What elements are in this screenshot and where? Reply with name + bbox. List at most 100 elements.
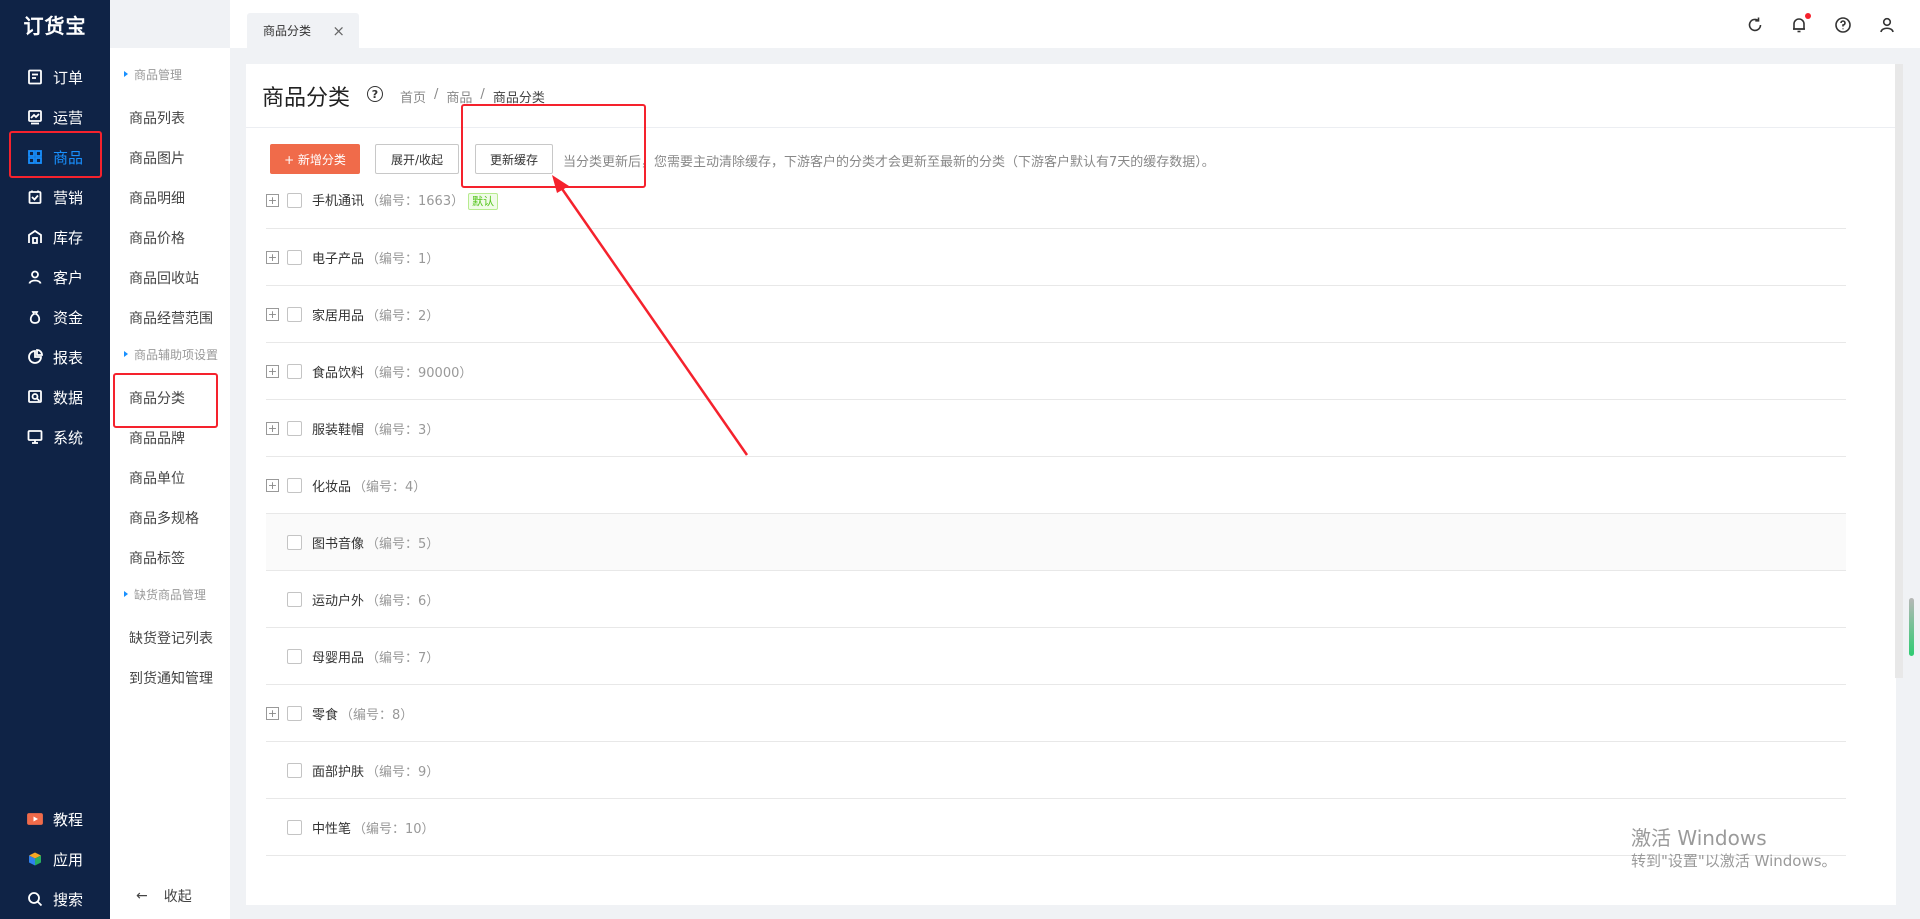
tab-categories[interactable]: 商品分类 ×: [247, 13, 359, 48]
submenu-item-multi-spec[interactable]: 商品多规格: [110, 500, 230, 536]
nav-item-customers[interactable]: 客户: [0, 257, 110, 297]
category-row[interactable]: + 家居用品 （编号：2）: [266, 286, 1846, 343]
submenu-item-arrival-notice[interactable]: 到货通知管理: [110, 660, 230, 696]
close-icon[interactable]: ×: [332, 22, 345, 40]
nav-item-operations[interactable]: 运营: [0, 97, 110, 137]
category-checkbox[interactable]: [287, 534, 302, 550]
category-checkbox[interactable]: [287, 648, 302, 664]
add-category-button[interactable]: + 新增分类: [270, 144, 360, 174]
category-name: 手机通讯: [312, 194, 365, 209]
nav-label: 资金: [53, 308, 84, 327]
submenu-item-product-details[interactable]: 商品明细: [110, 180, 230, 216]
nav-label: 系统: [53, 428, 84, 447]
nav-label: 运营: [53, 108, 84, 127]
category-label: 中性笔 （编号：10）: [312, 818, 435, 837]
nav-item-apps[interactable]: 应用: [0, 839, 110, 879]
submenu-item-business-scope[interactable]: 商品经营范围: [110, 300, 230, 336]
cache-hint-text: 当分类更新后，您需要主动清除缓存，下游客户的分类才会更新至最新的分类（下游客户默…: [563, 155, 1215, 170]
submenu-item-shortage-list[interactable]: 缺货登记列表: [110, 620, 230, 656]
category-checkbox[interactable]: [287, 819, 302, 835]
category-name: 服装鞋帽: [312, 422, 365, 438]
category-row[interactable]: + 手机通讯 （编号：1663） 默认: [266, 172, 1846, 229]
refresh-cache-button[interactable]: 更新缓存: [475, 144, 553, 174]
expand-toggle-icon[interactable]: +: [266, 706, 279, 720]
submenu-item-product-list[interactable]: 商品列表: [110, 100, 230, 136]
scrollbar-track[interactable]: [1895, 64, 1903, 678]
category-row[interactable]: + 电子产品 （编号：1）: [266, 229, 1846, 286]
expand-toggle-icon[interactable]: +: [266, 250, 279, 264]
category-checkbox[interactable]: [287, 705, 302, 721]
expand-toggle-icon[interactable]: +: [266, 364, 279, 378]
bell-icon[interactable]: [1790, 13, 1811, 34]
nav-item-search[interactable]: 搜索: [0, 879, 110, 919]
category-row[interactable]: + 零食 （编号：8）: [266, 685, 1846, 742]
breadcrumb-separator: /: [480, 87, 485, 102]
category-label: 母婴用品 （编号：7）: [312, 647, 439, 666]
nav-label: 商品: [53, 148, 84, 167]
category-row[interactable]: 母婴用品 （编号：7）: [266, 628, 1846, 685]
default-badge: 默认: [468, 193, 499, 210]
nav-item-data[interactable]: 数据: [0, 377, 110, 417]
category-checkbox[interactable]: [287, 762, 302, 778]
category-checkbox[interactable]: [287, 363, 302, 379]
category-row[interactable]: 面部护肤 （编号：9）: [266, 742, 1846, 799]
submenu-item-product-images[interactable]: 商品图片: [110, 140, 230, 176]
operation-icon: [27, 109, 43, 125]
category-label: 家居用品 （编号：2）: [312, 305, 439, 324]
category-checkbox[interactable]: [287, 306, 302, 322]
breadcrumb-home[interactable]: 首页: [400, 87, 426, 106]
submenu-item-units[interactable]: 商品单位: [110, 460, 230, 496]
submenu-item-brands[interactable]: 商品品牌: [110, 420, 230, 456]
category-label: 运动户外 （编号：6）: [312, 590, 439, 609]
refresh-icon[interactable]: [1746, 16, 1764, 34]
search-icon: [27, 891, 43, 907]
expand-toggle-icon[interactable]: +: [266, 421, 279, 435]
category-row[interactable]: + 化妆品 （编号：4）: [266, 457, 1846, 514]
nav-item-orders[interactable]: 订单: [0, 57, 110, 97]
category-row[interactable]: 中性笔 （编号：10）: [266, 799, 1846, 856]
video-icon: [27, 811, 43, 827]
category-name: 面部护肤: [312, 764, 365, 780]
nav-item-inventory[interactable]: 库存: [0, 217, 110, 257]
category-code: （编号：5）: [366, 536, 440, 552]
breadcrumb-separator: /: [434, 87, 439, 102]
category-checkbox[interactable]: [287, 477, 302, 493]
submenu-item-tags[interactable]: 商品标签: [110, 540, 230, 576]
collapse-menu-button[interactable]: ← 收起: [110, 881, 230, 911]
nav-item-marketing[interactable]: 营销: [0, 177, 110, 217]
expand-toggle-icon[interactable]: +: [266, 307, 279, 321]
expand-toggle-icon[interactable]: +: [266, 478, 279, 492]
windows-watermark-subtitle: 转到"设置"以激活 Windows。: [1631, 852, 1837, 870]
expand-collapse-button[interactable]: 展开/收起: [375, 144, 459, 174]
app-logo: 订货宝: [23, 13, 87, 38]
category-checkbox[interactable]: [287, 420, 302, 436]
category-checkbox[interactable]: [287, 249, 302, 265]
help-circle-icon[interactable]: ?: [367, 86, 383, 102]
breadcrumb-products[interactable]: 商品: [446, 87, 472, 106]
expand-toggle-icon[interactable]: +: [266, 193, 279, 207]
category-code: （编号：1）: [366, 251, 440, 267]
submenu-item-recycle-bin[interactable]: 商品回收站: [110, 260, 230, 296]
category-row[interactable]: 运动户外 （编号：6）: [266, 571, 1846, 628]
category-row[interactable]: + 服装鞋帽 （编号：3）: [266, 400, 1846, 457]
category-checkbox[interactable]: [287, 591, 302, 607]
scrollbar-thumb[interactable]: [1909, 598, 1914, 656]
nav-item-system[interactable]: 系统: [0, 417, 110, 457]
nav-item-reports[interactable]: 报表: [0, 337, 110, 377]
category-code: （编号：4）: [353, 479, 427, 495]
nav-label: 客户: [53, 268, 84, 287]
account-icon[interactable]: [1878, 16, 1896, 34]
nav-item-tutorial[interactable]: 教程: [0, 799, 110, 839]
submenu-item-product-prices[interactable]: 商品价格: [110, 220, 230, 256]
help-icon[interactable]: [1834, 16, 1852, 34]
nav-label: 库存: [53, 228, 84, 247]
notification-dot: [1805, 13, 1811, 19]
category-checkbox[interactable]: [287, 192, 302, 208]
submenu-item-categories[interactable]: 商品分类: [110, 380, 230, 416]
category-row[interactable]: 图书音像 （编号：5）: [266, 514, 1846, 571]
nav-item-funds[interactable]: 资金: [0, 297, 110, 337]
warehouse-icon: [27, 229, 43, 245]
category-row[interactable]: + 食品饮料 （编号：90000）: [266, 343, 1846, 400]
category-label: 手机通讯 （编号：1663） 默认: [312, 190, 499, 210]
nav-item-products[interactable]: 商品: [0, 137, 110, 177]
